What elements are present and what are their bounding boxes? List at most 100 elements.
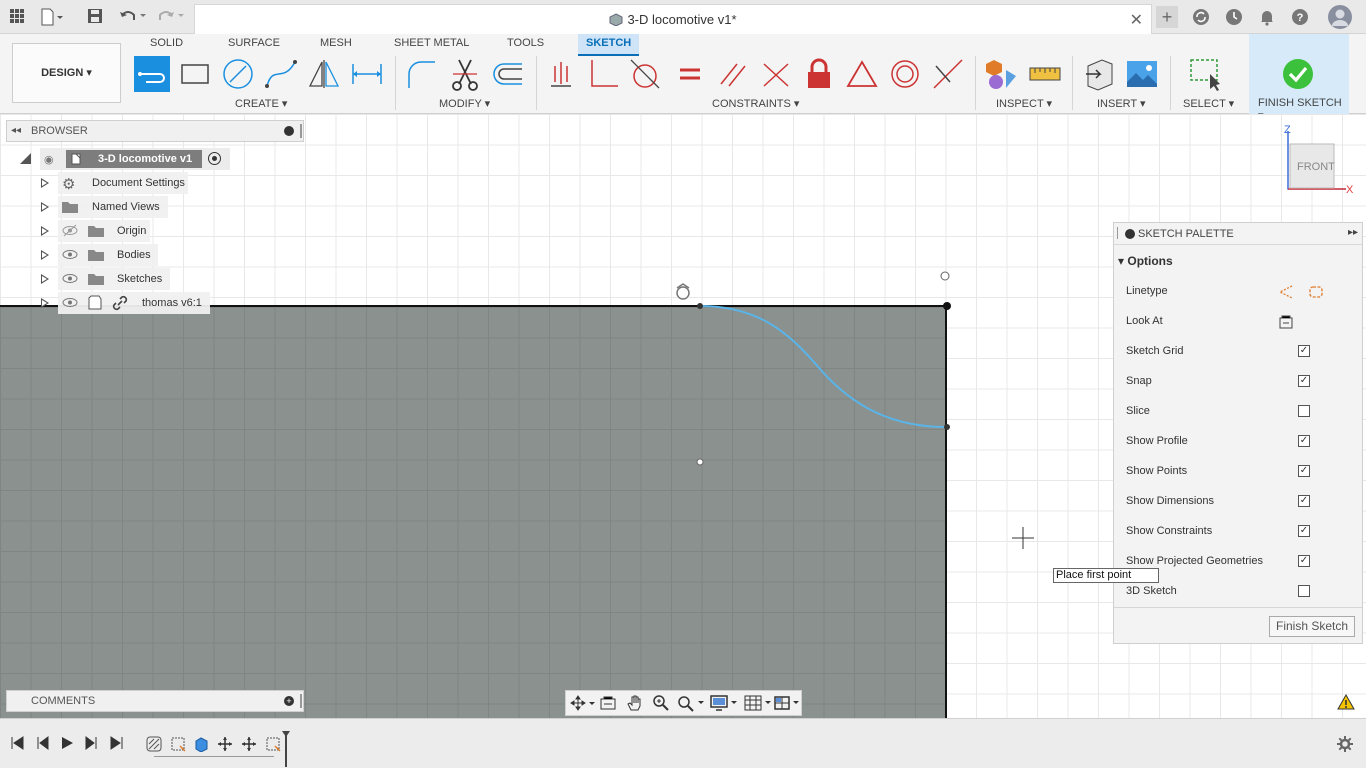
expand-arrow-icon[interactable] xyxy=(41,298,49,308)
timeline-settings-gear-icon[interactable] xyxy=(1336,735,1354,756)
save-icon[interactable] xyxy=(86,8,104,26)
timeline-feature-sketch2-icon[interactable] xyxy=(170,736,186,755)
browser-item-document-settings[interactable]: ⚙ Document Settings xyxy=(38,172,198,194)
collapse-browser-icon[interactable]: ◂◂ xyxy=(11,125,21,136)
constraints-group-label[interactable]: CONSTRAINTS ▾ xyxy=(712,97,799,110)
line-tool-button[interactable] xyxy=(134,56,170,92)
collinear-constraint-button[interactable] xyxy=(930,56,966,92)
expand-toggle-icon[interactable] xyxy=(20,153,31,164)
browser-item-origin[interactable]: Origin xyxy=(38,220,158,242)
visibility-eye-icon[interactable]: ◉ xyxy=(44,153,54,166)
expand-arrow-icon[interactable] xyxy=(41,178,49,188)
slice-checkbox[interactable] xyxy=(1298,405,1310,417)
trim-tool-button[interactable] xyxy=(447,56,483,92)
perpendicular-constraint-button[interactable] xyxy=(758,56,794,92)
timeline-first-icon[interactable] xyxy=(10,736,24,753)
select-window-icon[interactable] xyxy=(1188,56,1224,92)
job-status-icon[interactable] xyxy=(1192,8,1210,26)
show-projected-geometries-checkbox[interactable]: ✓ xyxy=(1298,555,1310,567)
notifications-bell-icon[interactable] xyxy=(1258,8,1276,26)
visibility-eye-icon[interactable] xyxy=(62,296,78,312)
help-icon[interactable]: ? xyxy=(1291,8,1309,26)
user-avatar-icon[interactable] xyxy=(1328,5,1352,29)
browser-item-bodies[interactable]: Bodies xyxy=(38,244,158,266)
zoom-window-icon[interactable] xyxy=(676,694,706,715)
view-cube[interactable]: FRONT Z X xyxy=(1280,124,1354,198)
visibility-hidden-eye-icon[interactable] xyxy=(62,224,78,240)
app-grid-icon[interactable] xyxy=(8,8,26,26)
undo-icon[interactable] xyxy=(118,8,148,26)
rectangle-tool-button[interactable] xyxy=(177,56,213,92)
zoom-icon[interactable] xyxy=(652,694,670,715)
options-section-toggle[interactable]: ▾ Options xyxy=(1118,254,1173,268)
mirror-tool-button[interactable] xyxy=(306,56,342,92)
browser-item-thomas-component[interactable]: thomas v6:1 xyxy=(38,292,218,314)
timeline-feature-sketch-icon[interactable] xyxy=(146,736,162,755)
coincident-constraint-button[interactable] xyxy=(586,56,622,92)
concentric-constraint-button[interactable] xyxy=(887,56,923,92)
browser-item-sketches[interactable]: Sketches xyxy=(38,268,178,290)
browser-resize-handle[interactable] xyxy=(300,124,302,138)
timeline-feature-move-icon[interactable] xyxy=(217,736,233,755)
construction-linetype-icon[interactable] xyxy=(1278,284,1294,303)
tab-surface[interactable]: SURFACE xyxy=(228,34,280,56)
inspect-shapes-icon[interactable] xyxy=(984,56,1020,92)
timeline-last-icon[interactable] xyxy=(110,736,124,753)
insert-canvas-image-icon[interactable] xyxy=(1124,56,1160,92)
history-icon[interactable] xyxy=(1225,8,1243,26)
parallel-constraint-button[interactable] xyxy=(715,56,751,92)
horizontal-vertical-constraint-button[interactable] xyxy=(543,56,579,92)
orbit-icon[interactable] xyxy=(570,695,596,714)
show-points-checkbox[interactable]: ✓ xyxy=(1298,465,1310,477)
viewports-icon[interactable] xyxy=(774,695,802,714)
browser-item-named-views[interactable]: Named Views xyxy=(38,196,178,218)
look-at-icon[interactable] xyxy=(1278,314,1294,333)
view-cube-front-label[interactable]: FRONT xyxy=(1297,161,1335,173)
document-tab[interactable]: 3-D locomotive v1* ✕ xyxy=(194,4,1152,34)
timeline-feature-extrude-icon[interactable] xyxy=(193,736,209,755)
activate-radio-icon[interactable] xyxy=(208,152,221,165)
constraint-glyph-icon[interactable] xyxy=(673,282,695,302)
midpoint-constraint-button[interactable] xyxy=(844,56,880,92)
workspace-switcher-button[interactable]: DESIGN ▾ xyxy=(12,43,121,103)
visibility-eye-icon[interactable] xyxy=(62,248,78,264)
create-group-label[interactable]: CREATE ▾ xyxy=(235,97,287,110)
expand-arrow-icon[interactable] xyxy=(41,202,49,212)
finish-sketch-button[interactable]: Finish Sketch xyxy=(1269,616,1355,637)
inspect-group-label[interactable]: INSPECT ▾ xyxy=(996,97,1052,110)
close-tab-icon[interactable]: ✕ xyxy=(1130,10,1143,30)
tab-tools[interactable]: TOOLS xyxy=(507,34,544,56)
pan-hand-icon[interactable] xyxy=(626,694,644,715)
warning-icon[interactable] xyxy=(1337,693,1355,713)
finish-sketch-check-icon[interactable] xyxy=(1282,58,1314,90)
tab-mesh[interactable]: MESH xyxy=(320,34,352,56)
circle-tool-button[interactable] xyxy=(220,56,256,92)
timeline-next-icon[interactable] xyxy=(85,736,99,753)
show-profile-checkbox[interactable]: ✓ xyxy=(1298,435,1310,447)
visibility-eye-icon[interactable] xyxy=(62,272,78,288)
show-constraints-checkbox[interactable]: ✓ xyxy=(1298,525,1310,537)
expand-arrow-icon[interactable] xyxy=(41,274,49,284)
tangent-constraint-button[interactable] xyxy=(627,56,663,92)
timeline-feature-active-sketch-icon[interactable] xyxy=(265,736,281,755)
equal-constraint-button[interactable] xyxy=(672,56,708,92)
timeline-play-icon[interactable] xyxy=(60,736,74,753)
spline-tool-button[interactable] xyxy=(263,56,299,92)
insert-group-label[interactable]: INSERT ▾ xyxy=(1097,97,1146,110)
browser-minimize-icon[interactable] xyxy=(284,126,294,136)
look-at-nav-icon[interactable] xyxy=(600,695,616,714)
timeline-marker[interactable] xyxy=(282,731,290,767)
measure-tool-button[interactable] xyxy=(1027,56,1063,92)
offset-tool-button[interactable] xyxy=(490,56,526,92)
modify-group-label[interactable]: MODIFY ▾ xyxy=(439,97,490,110)
tab-sheet-metal[interactable]: SHEET METAL xyxy=(394,34,469,56)
grid-settings-icon[interactable] xyxy=(744,695,774,714)
add-comment-icon[interactable]: + xyxy=(284,696,294,706)
3d-sketch-checkbox[interactable] xyxy=(1298,585,1310,597)
display-settings-icon[interactable] xyxy=(710,695,740,714)
redo-icon[interactable] xyxy=(156,8,186,26)
centerline-linetype-icon[interactable] xyxy=(1308,284,1324,303)
insert-derive-icon[interactable] xyxy=(1082,56,1118,92)
select-group-label[interactable]: SELECT ▾ xyxy=(1183,97,1234,110)
tab-sketch[interactable]: SKETCH xyxy=(578,34,640,56)
